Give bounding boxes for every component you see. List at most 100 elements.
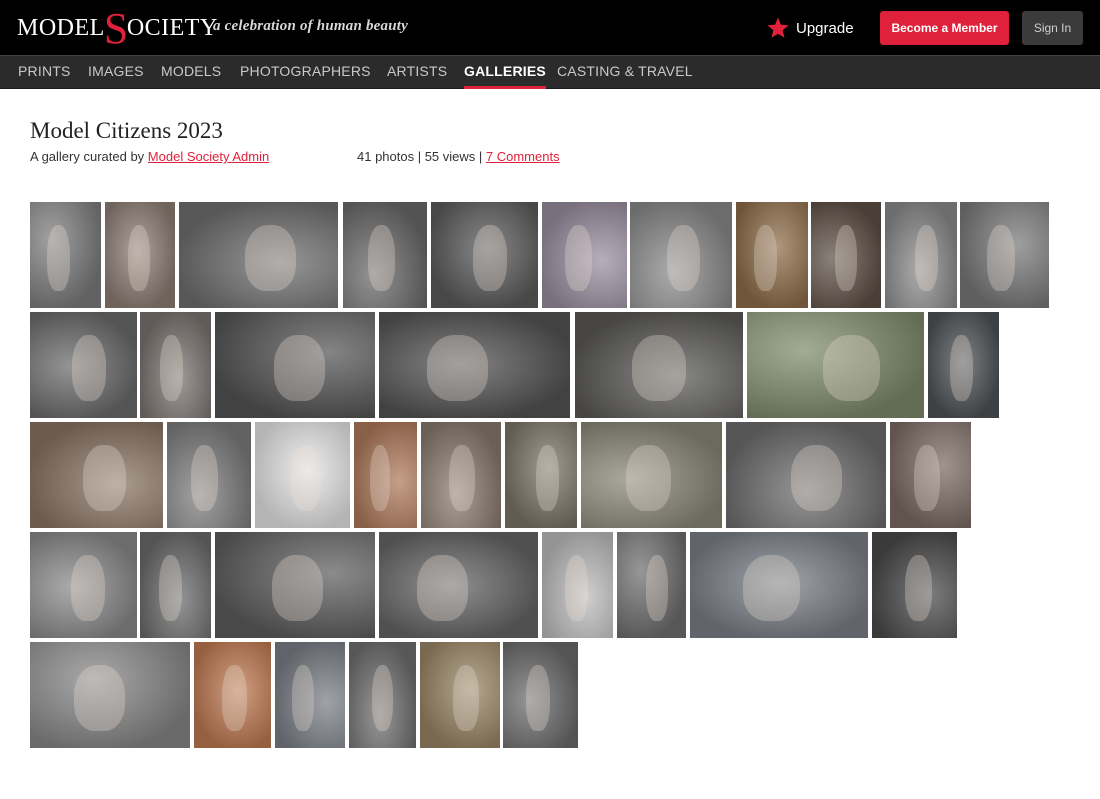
curated-prefix: A gallery curated by [30, 149, 148, 164]
photo-figure [915, 225, 938, 291]
gallery-photo-thumbnail[interactable] [505, 422, 577, 528]
site-logo[interactable]: MODEL S OCIETY [17, 4, 218, 53]
upgrade-link[interactable]: Upgrade [766, 15, 854, 41]
photo-figure [72, 335, 106, 401]
photo-figure [565, 555, 588, 621]
upgrade-label: Upgrade [796, 19, 854, 37]
photo-figure [526, 665, 550, 731]
gallery-photo-thumbnail[interactable] [960, 202, 1049, 308]
gallery-photo-thumbnail[interactable] [343, 202, 427, 308]
photo-figure [222, 665, 247, 731]
gallery-photo-thumbnail[interactable] [575, 312, 743, 418]
photo-figure [905, 555, 932, 621]
nav-item-artists[interactable]: ARTISTS [387, 56, 447, 89]
logo-text-right: OCIETY [126, 14, 218, 41]
photo-figure [453, 665, 479, 731]
photo-figure [427, 335, 488, 401]
gallery-photo-thumbnail[interactable] [885, 202, 957, 308]
photo-figure [160, 335, 183, 401]
photo-figure [791, 445, 842, 511]
gallery-photo-thumbnail[interactable] [431, 202, 538, 308]
gallery-photo-thumbnail[interactable] [379, 532, 538, 638]
nav-item-photographers[interactable]: PHOTOGRAPHERS [240, 56, 371, 89]
gallery-photo-thumbnail[interactable] [726, 422, 886, 528]
photo-figure [291, 445, 321, 511]
photo-figure [823, 335, 880, 401]
become-member-button[interactable]: Become a Member [880, 11, 1009, 45]
photo-figure [71, 555, 105, 621]
gallery-photo-thumbnail[interactable] [379, 312, 570, 418]
photo-figure [370, 445, 390, 511]
gallery-photo-thumbnail[interactable] [30, 202, 101, 308]
gallery-photo-thumbnail[interactable] [140, 312, 211, 418]
nav-item-models[interactable]: MODELS [161, 56, 221, 89]
nav-item-images[interactable]: IMAGES [88, 56, 144, 89]
gallery-photo-thumbnail[interactable] [275, 642, 345, 748]
star-icon [767, 17, 789, 38]
gallery-photo-thumbnail[interactable] [747, 312, 924, 418]
logo-text-left: MODEL [17, 14, 105, 41]
photo-figure [83, 445, 126, 511]
gallery-photo-thumbnail[interactable] [811, 202, 881, 308]
gallery-photo-thumbnail[interactable] [503, 642, 578, 748]
gallery-photo-thumbnail[interactable] [30, 642, 190, 748]
stats-text: 41 photos | 55 views | [357, 149, 486, 164]
gallery-photo-thumbnail[interactable] [105, 202, 175, 308]
photo-figure [128, 225, 150, 291]
gallery-photo-thumbnail[interactable] [167, 422, 251, 528]
gallery-photo-thumbnail[interactable] [194, 642, 271, 748]
gallery-photo-thumbnail[interactable] [617, 532, 686, 638]
main-nav: PRINTS IMAGES MODELS PHOTOGRAPHERS ARTIS… [0, 55, 1100, 89]
gallery-curator-line: A gallery curated by Model Society Admin [30, 149, 269, 164]
gallery-photo-thumbnail[interactable] [354, 422, 417, 528]
photo-figure [473, 225, 507, 291]
nav-item-casting-travel[interactable]: CASTING & TRAVEL [557, 56, 693, 89]
gallery-photo-thumbnail[interactable] [140, 532, 211, 638]
gallery-stats: 41 photos | 55 views | 7 Comments [357, 149, 560, 164]
gallery-photo-thumbnail[interactable] [542, 202, 627, 308]
gallery-photo-thumbnail[interactable] [421, 422, 501, 528]
sign-in-button[interactable]: Sign In [1022, 11, 1083, 45]
gallery-photo-thumbnail[interactable] [581, 422, 722, 528]
photo-figure [565, 225, 592, 291]
comments-link[interactable]: 7 Comments [486, 149, 560, 164]
gallery-photo-thumbnail[interactable] [690, 532, 868, 638]
photo-figure [632, 335, 686, 401]
gallery-photo-thumbnail[interactable] [630, 202, 732, 308]
gallery-photo-thumbnail[interactable] [349, 642, 416, 748]
photo-figure [743, 555, 800, 621]
photo-figure [987, 225, 1015, 291]
photo-figure [74, 665, 125, 731]
photo-figure [191, 445, 218, 511]
photo-figure [835, 225, 857, 291]
gallery-photo-thumbnail[interactable] [179, 202, 338, 308]
gallery-photo-thumbnail[interactable] [890, 422, 971, 528]
gallery-photo-thumbnail[interactable] [30, 532, 137, 638]
page-title: Model Citizens 2023 [30, 118, 223, 143]
gallery-photo-thumbnail[interactable] [255, 422, 350, 528]
photo-figure [159, 555, 182, 621]
gallery-photo-thumbnail[interactable] [872, 532, 957, 638]
gallery-photo-thumbnail[interactable] [542, 532, 613, 638]
logo-text-s: S [103, 4, 129, 53]
curator-link[interactable]: Model Society Admin [148, 149, 269, 164]
photo-figure [536, 445, 559, 511]
nav-item-prints[interactable]: PRINTS [18, 56, 71, 89]
gallery-photo-thumbnail[interactable] [928, 312, 999, 418]
gallery-photo-thumbnail[interactable] [30, 422, 163, 528]
photo-figure [626, 445, 671, 511]
photo-figure [417, 555, 468, 621]
photo-figure [950, 335, 973, 401]
gallery-photo-thumbnail[interactable] [215, 312, 375, 418]
gallery-photo-thumbnail[interactable] [420, 642, 500, 748]
nav-item-galleries[interactable]: GALLERIES [464, 56, 546, 89]
photo-figure [372, 665, 393, 731]
photo-figure [245, 225, 296, 291]
photo-figure [272, 555, 323, 621]
gallery-photo-thumbnail[interactable] [736, 202, 808, 308]
site-tagline: a celebration of human beauty [213, 18, 408, 34]
gallery-photo-thumbnail[interactable] [215, 532, 375, 638]
photo-figure [754, 225, 777, 291]
gallery-photo-thumbnail[interactable] [30, 312, 137, 418]
photo-figure [47, 225, 70, 291]
